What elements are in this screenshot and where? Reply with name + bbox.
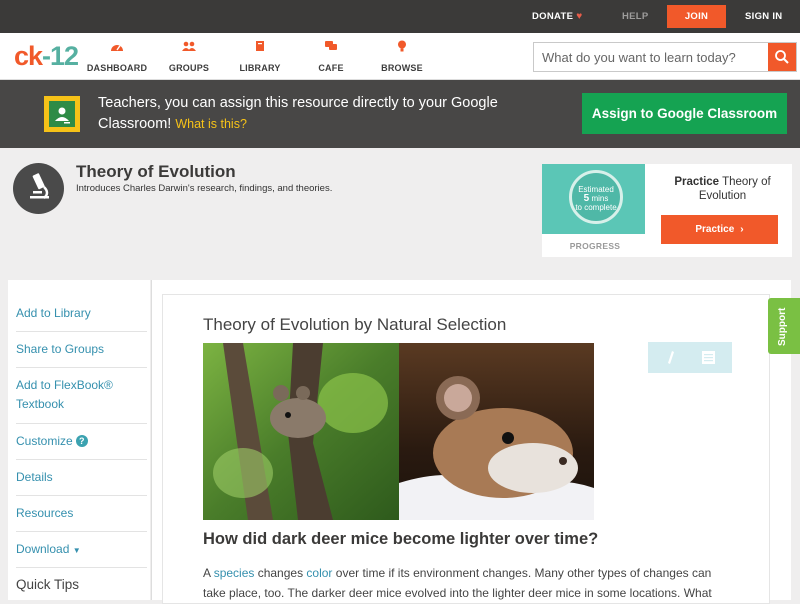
notes-icon[interactable] — [702, 351, 715, 364]
cafe-icon — [325, 41, 337, 50]
lesson-card: Theory of Evolution by Natural Selection — [162, 294, 770, 604]
species-link[interactable]: species — [214, 566, 255, 580]
help-icon[interactable]: ? — [75, 435, 88, 447]
concept-title: Theory of Evolution — [76, 162, 236, 181]
share-to-groups-link[interactable]: Share to Groups — [16, 332, 147, 368]
details-link[interactable]: Details — [16, 460, 147, 496]
lesson-title: Theory of Evolution by Natural Selection — [203, 315, 507, 334]
progress-label: PROGRESS — [569, 241, 621, 251]
search-input[interactable] — [534, 43, 768, 71]
practice-title: Practice Theory of Evolution — [660, 175, 785, 203]
practice-button-label: Practice — [695, 224, 735, 235]
customize-link[interactable]: Customize? — [16, 424, 147, 460]
what-is-this-link[interactable]: What is this? — [175, 117, 247, 131]
support-label: Support — [777, 307, 788, 346]
join-button[interactable]: JOIN — [667, 5, 726, 28]
estimate-panel: Estimated 5 mins to complete — [542, 164, 645, 234]
heart-icon: ♥ — [576, 11, 583, 22]
deer-mice-image — [203, 343, 594, 520]
assign-google-classroom-button[interactable]: Assign to Google Classroom — [582, 93, 787, 134]
resources-link[interactable]: Resources — [16, 496, 147, 532]
quick-tips-heading[interactable]: Quick Tips — [16, 577, 79, 592]
caret-down-icon: ▼ — [72, 546, 81, 555]
browse-icon — [398, 40, 406, 52]
estimate-badge: Estimated 5 mins to complete — [569, 170, 623, 224]
groups-icon — [182, 41, 196, 51]
top-utility-bar: DONATE ♥ HELP JOIN SIGN IN — [0, 0, 800, 33]
nav-browse[interactable]: BROWSE — [367, 40, 437, 76]
nav-groups[interactable]: GROUPS — [154, 40, 224, 76]
nav-label: GROUPS — [168, 63, 210, 73]
customize-label: Customize — [16, 434, 73, 448]
pencil-icon[interactable] — [668, 351, 674, 364]
help-link[interactable]: HELP — [622, 0, 649, 33]
concept-description: Introduces Charles Darwin's research, fi… — [76, 183, 333, 194]
logo-part1: ck — [14, 41, 43, 71]
search-button[interactable] — [768, 43, 796, 71]
donate-label: DONATE — [532, 11, 574, 22]
download-label: Download — [16, 542, 70, 556]
practice-title-bold: Practice — [674, 176, 720, 188]
practice-card: Estimated 5 mins to complete PROGRESS Pr… — [542, 164, 792, 257]
para-text: A — [203, 566, 214, 580]
add-to-library-link[interactable]: Add to Library — [16, 296, 147, 332]
microscope-icon — [13, 163, 64, 214]
nav-library[interactable]: LIBRARY — [225, 40, 295, 76]
chevron-right-icon: › — [740, 224, 744, 235]
para-text: changes — [254, 566, 307, 580]
lesson-question: How did dark deer mice become lighter ov… — [203, 530, 599, 548]
google-classroom-icon — [44, 96, 80, 132]
nav-label: CAFE — [318, 63, 344, 73]
lesson-paragraph: A species changes color over time if its… — [203, 563, 733, 603]
support-tab[interactable]: Support — [768, 298, 800, 354]
content-panel: Theory of Evolution by Natural Selection — [151, 280, 791, 604]
nav-label: BROWSE — [381, 63, 423, 73]
nav-label: LIBRARY — [239, 63, 281, 73]
ck12-logo[interactable]: ck-12 — [14, 41, 79, 72]
search-box — [533, 42, 797, 72]
logo-part2: -12 — [42, 41, 79, 71]
dashboard-icon — [111, 45, 123, 51]
annotation-tools — [648, 342, 732, 373]
nav-dashboard[interactable]: DASHBOARD — [82, 40, 152, 76]
search-icon — [775, 50, 789, 64]
signin-link[interactable]: SIGN IN — [745, 0, 782, 33]
donate-link[interactable]: DONATE ♥ — [532, 0, 582, 33]
deer-mice-photo — [203, 343, 594, 520]
library-icon — [256, 41, 264, 51]
banner-message: Teachers, you can assign this resource d… — [98, 95, 498, 132]
nav-cafe[interactable]: CAFE — [296, 40, 366, 76]
action-sidebar: Add to Library Share to Groups Add to Fl… — [8, 280, 150, 600]
color-link[interactable]: color — [306, 566, 332, 580]
main-nav: ck-12 DASHBOARD GROUPS LIBRARY CAFE BROW… — [0, 33, 800, 80]
estimate-line3: mins — [591, 194, 609, 203]
add-to-flexbook-link[interactable]: Add to FlexBook® Textbook — [16, 368, 147, 424]
download-link[interactable]: Download ▼ — [16, 532, 147, 568]
practice-button[interactable]: Practice › — [661, 215, 778, 244]
estimate-line4: to complete — [575, 203, 617, 212]
google-classroom-banner: Teachers, you can assign this resource d… — [0, 80, 800, 148]
banner-text: Teachers, you can assign this resource d… — [98, 93, 498, 135]
nav-label: DASHBOARD — [86, 63, 148, 73]
